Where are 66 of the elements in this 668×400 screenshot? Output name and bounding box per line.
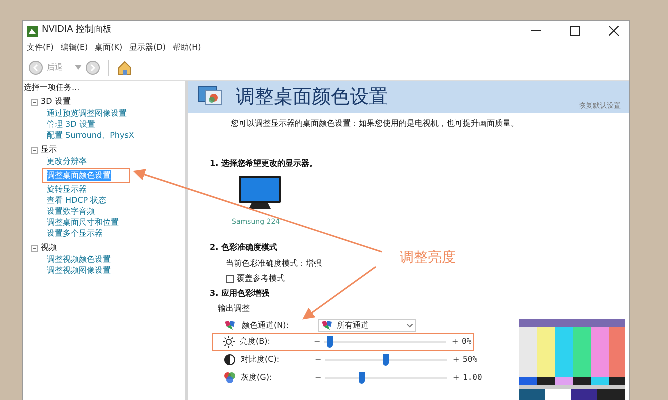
tree-item[interactable]: 调整桌面尺寸和位置 xyxy=(47,217,119,228)
menu-item[interactable]: 文件(F) xyxy=(27,42,54,54)
tree-item[interactable]: 设置数字音频 xyxy=(47,206,95,217)
menu-item[interactable]: 显示器(D) xyxy=(130,42,166,54)
tree-item[interactable]: 管理 3D 设置 xyxy=(47,119,96,130)
caret-icon xyxy=(407,324,413,328)
plus-sign: + xyxy=(452,336,460,348)
page-description: 您可以调整显示器的桌面颜色设置：如果您使用的是电视机，也可提升画面质量。 xyxy=(230,118,520,130)
window-title: NVIDIA 控制面板 xyxy=(42,24,112,38)
slider-reading: 50% xyxy=(463,354,478,366)
home-icon[interactable] xyxy=(117,60,133,76)
field-label: 颜色通道(N): xyxy=(242,320,290,332)
slider-track[interactable] xyxy=(325,354,447,366)
tree-item[interactable]: 调整桌面颜色设置 xyxy=(47,170,111,181)
monitor-icon[interactable] xyxy=(238,175,282,211)
channel-dropdown[interactable]: 所有通道 xyxy=(318,319,416,332)
slider-reading: 1.00 xyxy=(463,372,482,384)
override-checkbox[interactable] xyxy=(226,274,234,282)
tree-toggle-icon[interactable] xyxy=(31,98,38,106)
slider-label: 亮度(B): xyxy=(240,336,272,348)
page-title: 调整桌面颜色设置 xyxy=(236,84,388,110)
tree-group[interactable]: 3D 设置 xyxy=(41,96,71,108)
slider-track[interactable] xyxy=(324,336,446,348)
close-icon[interactable] xyxy=(609,26,619,36)
slider-track[interactable] xyxy=(325,372,447,384)
step-heading: 3. 应用色彩增强 xyxy=(209,288,270,300)
tree-item[interactable]: 通过预览调整图像设置 xyxy=(47,108,127,119)
maximize-icon[interactable] xyxy=(570,26,580,36)
contrast-icon xyxy=(224,354,236,366)
step-heading: 2. 色彩准确度模式 xyxy=(210,242,278,254)
menu-item[interactable]: 编辑(E) xyxy=(60,42,88,54)
tree-toggle-icon[interactable] xyxy=(31,244,38,252)
slider-label: 对比度(C): xyxy=(241,354,281,366)
group-label: 输出调整 xyxy=(217,302,251,314)
slider-thumb[interactable] xyxy=(383,354,389,366)
tree-group[interactable]: 视频 xyxy=(41,242,57,254)
tree-item[interactable]: 设置多个显示器 xyxy=(47,228,103,239)
plus-sign: + xyxy=(453,372,461,384)
sidebar-header: 选择一项任务... xyxy=(23,82,81,94)
tree-item[interactable]: 旋转显示器 xyxy=(47,184,87,195)
minus-sign: − xyxy=(315,372,323,384)
checkbox-label: 覆盖参考模式 xyxy=(237,272,285,284)
slider-thumb[interactable] xyxy=(358,372,365,384)
minus-sign: − xyxy=(314,336,322,348)
tree-item[interactable]: 查看 HDCP 状态 xyxy=(47,195,107,206)
color-channel-icon xyxy=(224,320,237,331)
annotation-label: 调整亮度 xyxy=(400,249,456,268)
tree-item[interactable]: 更改分辨率 xyxy=(47,156,87,167)
app-logo-icon xyxy=(27,26,38,36)
color-circles-icon xyxy=(224,372,236,384)
plus-sign: + xyxy=(453,354,461,366)
tree-group[interactable]: 显示 xyxy=(41,144,57,156)
menu-item[interactable]: 帮助(H) xyxy=(173,42,202,54)
tree-item[interactable]: 调整视频颜色设置 xyxy=(47,254,111,265)
slider-reading: 0% xyxy=(462,336,472,348)
tree-item[interactable]: 配置 Surround、PhysX xyxy=(47,130,134,141)
current-mode-text: 当前色彩准确度模式：增强 xyxy=(225,258,323,270)
step-heading: 1. 选择您希望更改的显示器。 xyxy=(209,158,318,170)
minus-sign: − xyxy=(315,354,323,366)
tree-toggle-icon[interactable] xyxy=(31,146,38,154)
sun-icon xyxy=(223,336,235,348)
slider-thumb[interactable] xyxy=(327,336,334,348)
slider-label: 灰度(G): xyxy=(241,372,274,384)
menu-item[interactable]: 桌面(K) xyxy=(95,42,123,54)
back-button[interactable]: 后退 xyxy=(29,60,63,74)
tree-item[interactable]: 调整视频图像设置 xyxy=(47,265,111,276)
